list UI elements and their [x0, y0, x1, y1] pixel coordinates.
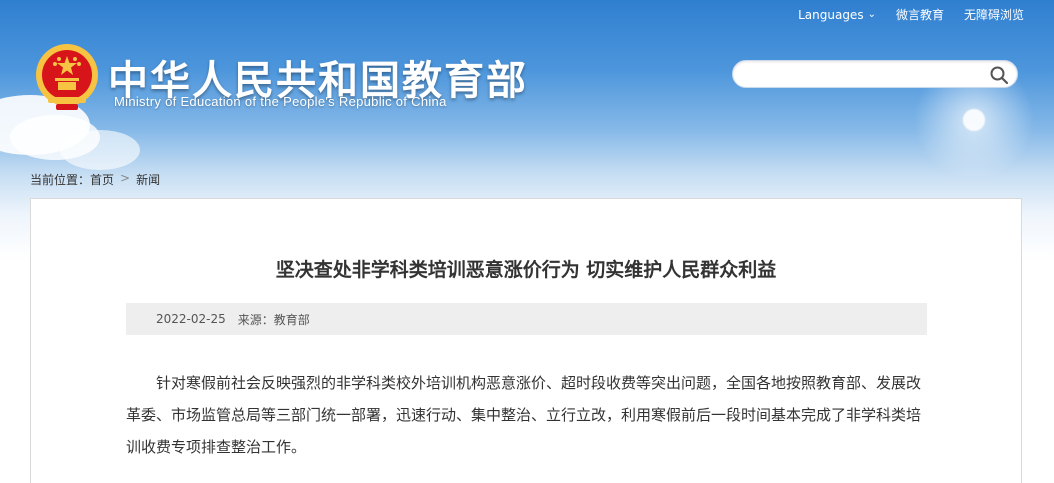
- breadcrumb-home[interactable]: 首页: [90, 171, 114, 188]
- top-links: Languages ⌄ 微言教育 无障碍浏览: [798, 6, 1024, 23]
- breadcrumb-current[interactable]: 新闻: [136, 171, 160, 188]
- article-title: 坚决查处非学科类培训恶意涨价行为 切实维护人民群众利益: [275, 259, 777, 281]
- search-box: [732, 60, 1018, 88]
- article-paragraph: 针对寒假前社会反映强烈的非学科类校外培训机构恶意涨价、超时段收费等突出问题，全国…: [126, 374, 922, 456]
- chevron-right-icon: >: [120, 171, 131, 185]
- article-date: 2022-02-25: [156, 312, 226, 326]
- breadcrumb: 当前位置： 首页 > 新闻: [30, 171, 160, 188]
- national-emblem-icon: [34, 42, 100, 112]
- search-icon[interactable]: [989, 65, 1009, 85]
- accessibility-link[interactable]: 无障碍浏览: [964, 6, 1024, 23]
- languages-label: Languages: [798, 7, 864, 22]
- chevron-down-icon: ⌄: [867, 9, 876, 20]
- article-meta: 2022-02-25 来源：教育部: [126, 303, 927, 335]
- article-panel: 坚决查处非学科类培训恶意涨价行为 切实维护人民群众利益 2022-02-25 来…: [30, 198, 1022, 483]
- search-input[interactable]: [733, 61, 983, 87]
- site-subtitle: Ministry of Education of the People's Re…: [114, 94, 447, 109]
- breadcrumb-label: 当前位置：: [30, 173, 91, 187]
- weixin-link[interactable]: 微言教育: [896, 6, 944, 23]
- article-source: 来源：教育部: [237, 312, 310, 327]
- languages-menu[interactable]: Languages ⌄: [798, 8, 876, 22]
